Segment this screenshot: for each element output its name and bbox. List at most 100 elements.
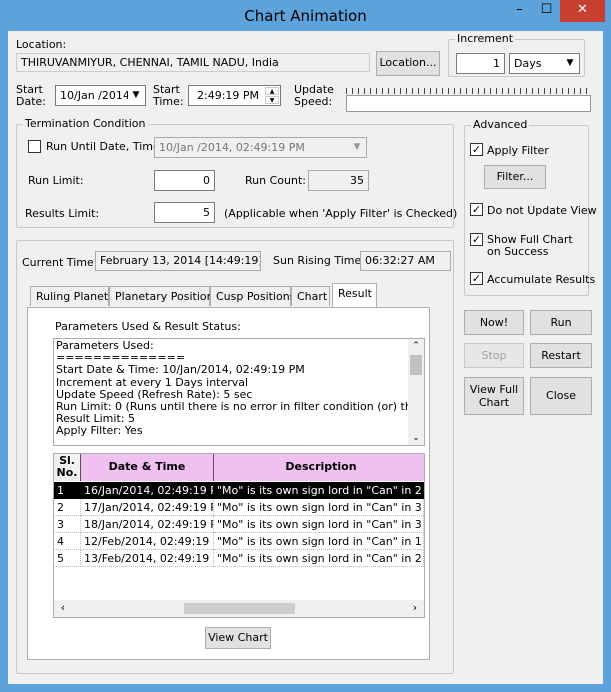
spin-down-icon[interactable]: ▼ (265, 96, 279, 104)
tab-strip: Ruling Planets Planetary Positions Cusp … (27, 283, 447, 308)
run-count-label: Run Count: (245, 174, 306, 187)
advanced-label: Advanced (471, 118, 530, 131)
accumulate-label: Accumulate Results (487, 273, 596, 286)
cell-description: "Mo" is its own sign lord in "Can" in 1 (214, 533, 424, 550)
sun-rising-label: Sun Rising Time: (273, 254, 365, 267)
params-textarea[interactable]: Parameters Used: ============== Start Da… (53, 338, 425, 446)
filter-button[interactable]: Filter... (484, 165, 546, 189)
params-line: Start Date & Time: 10/Jan/2014, 02:49:19… (56, 363, 305, 377)
cell-date: 18/Jan/2014, 02:49:19 PM (81, 516, 214, 533)
table-row[interactable]: 2 17/Jan/2014, 02:49:19 PM "Mo" is its own… (54, 499, 424, 516)
scroll-right-icon[interactable]: › (408, 600, 422, 617)
start-date-label: Start Date: (16, 83, 46, 108)
client-area: Location: THIRUVANMIYUR, CHENNAI, TAMIL … (8, 31, 603, 684)
run-until-value: 10/Jan /2014, 02:49:19 PM (159, 141, 305, 154)
params-line: Apply Filter: Yes (56, 424, 143, 438)
view-full-chart-button[interactable]: View Full Chart (464, 377, 524, 415)
start-time-label: Start Time: (153, 83, 184, 108)
show-full-chart-checkbox[interactable]: ✓ (470, 233, 483, 246)
increment-unit-select[interactable]: Days ▼ (509, 53, 580, 74)
apply-filter-label: Apply Filter (487, 144, 549, 157)
col-header-description[interactable]: Description (214, 454, 424, 481)
location-button[interactable]: Location... (376, 51, 440, 76)
chevron-down-icon: ▼ (128, 87, 144, 104)
start-time-value: 2:49:19 PM (197, 89, 260, 102)
current-time-field: February 13, 2014 [14:49:19] (95, 251, 261, 271)
do-not-update-label: Do not Update View (487, 204, 597, 217)
show-full-chart-label: Show Full Chart on Success (487, 233, 573, 258)
maximize-button[interactable]: ☐ (533, 0, 560, 22)
spin-up-icon[interactable]: ▲ (265, 87, 279, 95)
params-label: Parameters Used & Result Status: (55, 320, 241, 333)
cell-date: 16/Jan/2014, 02:49:19 PM (81, 482, 214, 499)
cell-sl: 5 (54, 550, 81, 567)
apply-filter-checkbox[interactable]: ✓ (470, 143, 483, 156)
minimize-button[interactable]: – (506, 0, 533, 22)
col-header-date[interactable]: Date & Time (81, 454, 214, 481)
tab-chart[interactable]: Chart (291, 286, 330, 306)
cell-date: 13/Feb/2014, 02:49:19 PM (81, 550, 214, 567)
table-scroll-thumb[interactable] (184, 603, 295, 614)
run-limit-input[interactable]: 0 (154, 170, 215, 191)
run-until-picker: 10/Jan /2014, 02:49:19 PM ▼ (154, 137, 367, 158)
run-count-field: 35 (308, 170, 369, 191)
current-time-label: Current Time: (22, 256, 98, 269)
scroll-down-icon[interactable]: ⌄ (408, 431, 424, 445)
close-button[interactable]: Close (530, 377, 592, 415)
start-date-picker[interactable]: 10/Jan /2014 ▼ (55, 85, 146, 106)
accumulate-checkbox[interactable]: ✓ (470, 272, 483, 285)
increment-unit-value: Days (514, 57, 542, 70)
tab-result[interactable]: Result (332, 283, 377, 307)
cell-sl: 4 (54, 533, 81, 550)
params-scrollbar[interactable]: ⌃ ⌄ (408, 339, 424, 445)
close-window-button[interactable]: ✕ (560, 0, 605, 22)
do-not-update-checkbox[interactable]: ✓ (470, 203, 483, 216)
update-speed-slider[interactable] (346, 95, 591, 112)
chevron-down-icon: ▼ (349, 139, 365, 156)
app-window: Chart Animation – ☐ ✕ Location: THIRUVAN… (0, 0, 611, 692)
results-limit-input[interactable]: 5 (154, 202, 215, 223)
title-bar: Chart Animation – ☐ ✕ (0, 0, 611, 33)
update-speed-label: Update Speed: (294, 83, 334, 108)
run-until-label: Run Until Date, Time: (46, 140, 164, 153)
tab-ruling-planets[interactable]: Ruling Planets (30, 286, 114, 306)
restart-button[interactable]: Restart (530, 343, 592, 368)
start-date-value: 10/Jan /2014 (60, 89, 130, 102)
speed-ticks (346, 88, 592, 94)
run-limit-label: Run Limit: (28, 174, 84, 187)
params-text: Parameters Used: ============== Start Da… (56, 340, 408, 438)
results-limit-label: Results Limit: (25, 207, 100, 220)
table-hscrollbar[interactable]: ‹ › (54, 600, 424, 617)
start-time-spinner[interactable]: 2:49:19 PM ▲ ▼ (188, 85, 281, 106)
results-table[interactable]: Sl. No. Date & Time Description 1 16/Jan/… (53, 453, 425, 618)
view-chart-button[interactable]: View Chart (205, 627, 271, 649)
cell-description: "Mo" is its own sign lord in "Can" in 3 (214, 516, 424, 533)
table-row[interactable]: 3 18/Jan/2014, 02:49:19 PM "Mo" is its own… (54, 516, 424, 533)
cell-description: "Mo" is its own sign lord in "Can" in 3 (214, 499, 424, 516)
location-field: THIRUVANMIYUR, CHENNAI, TAMIL NADU, Indi… (16, 53, 370, 72)
table-row[interactable]: 513/Feb/2014, 02:49:19 PM"Mo" is its own… (54, 550, 424, 567)
run-until-checkbox[interactable] (28, 140, 41, 153)
now-button[interactable]: Now! (464, 310, 524, 335)
sun-rising-field: 06:32:27 AM (360, 251, 451, 271)
cell-sl: 1 (54, 482, 81, 499)
params-scroll-thumb[interactable] (410, 355, 422, 375)
cell-date: 17/Jan/2014, 02:49:19 PM (81, 499, 214, 516)
run-button[interactable]: Run (530, 310, 592, 335)
increment-value-input[interactable]: 1 (456, 53, 505, 74)
cell-description: "Mo" is its own sign lord in "Can" in 2 (214, 482, 424, 499)
table-row[interactable]: 1 16/Jan/2014, 02:49:19 PM "Mo" is its own… (54, 482, 424, 499)
stop-button[interactable]: Stop (464, 343, 524, 368)
table-row[interactable]: 412/Feb/2014, 02:49:19 PM"Mo" is its own… (54, 533, 424, 550)
scroll-up-icon[interactable]: ⌃ (408, 339, 424, 353)
tab-planetary-positions[interactable]: Planetary Positions (109, 286, 219, 306)
cell-sl: 2 (54, 499, 81, 516)
tab-cusp-positions[interactable]: Cusp Positions (210, 286, 295, 306)
chevron-down-icon: ▼ (562, 55, 578, 72)
results-limit-note: (Applicable when 'Apply Filter' is Check… (224, 207, 458, 220)
cell-description: "Mo" is its own sign lord in "Can" in 2 (214, 550, 424, 567)
location-label: Location: (16, 38, 67, 51)
col-header-sl[interactable]: Sl. No. (54, 454, 81, 481)
scroll-left-icon[interactable]: ‹ (56, 600, 70, 617)
cell-sl: 3 (54, 516, 81, 533)
